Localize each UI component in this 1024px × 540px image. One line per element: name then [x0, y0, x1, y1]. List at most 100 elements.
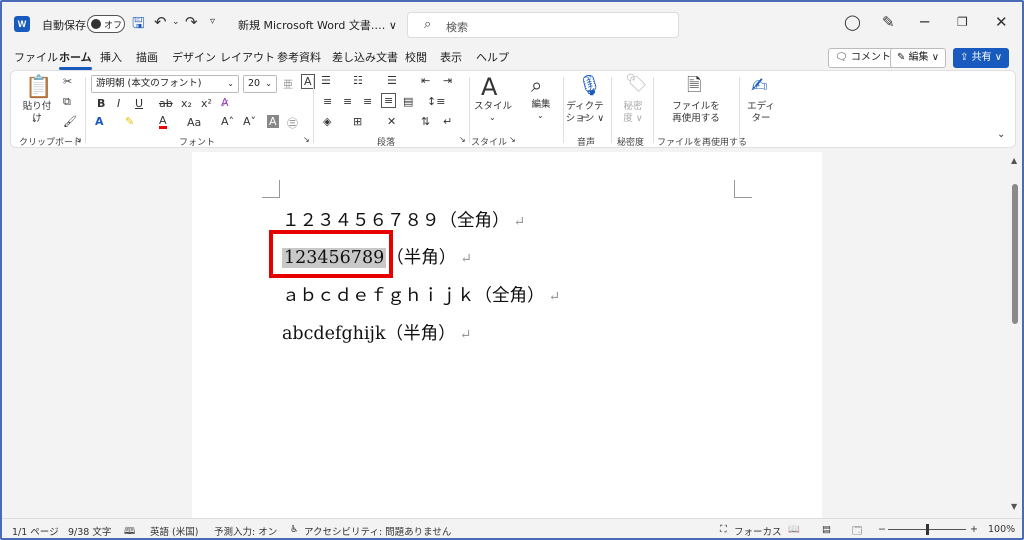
tab-layout[interactable]: レイアウト	[220, 49, 275, 65]
enclosed-char-icon[interactable]: ㊂	[287, 115, 298, 131]
borders-icon[interactable]: ⊞	[353, 115, 362, 128]
close-icon[interactable]: ✕	[995, 13, 1008, 31]
phonetic-guide-icon[interactable]: 亜	[283, 76, 293, 91]
reuse-files-icon[interactable]: 🗎	[687, 73, 701, 103]
save-icon[interactable]: 🖫	[132, 13, 145, 38]
decrease-indent-icon[interactable]: ⇤	[421, 74, 430, 87]
change-case-icon[interactable]: Aa	[187, 116, 201, 129]
numbering-icon[interactable]: ☷	[353, 74, 363, 87]
tab-file[interactable]: ファイル	[14, 49, 58, 65]
accessibility-status[interactable]: アクセシビリティ: 問題ありません	[304, 524, 451, 538]
align-right-icon[interactable]: ≡	[363, 95, 372, 108]
editor-label-2[interactable]: ター	[741, 113, 781, 125]
tab-references[interactable]: 参考資料	[277, 49, 321, 65]
tab-design[interactable]: デザイン	[172, 49, 216, 65]
tab-insert[interactable]: 挿入	[100, 49, 122, 65]
tab-review[interactable]: 校閲	[405, 49, 427, 65]
highlight-color-icon[interactable]: ✎	[125, 115, 134, 128]
asian-layout-icon[interactable]: ✕	[387, 115, 396, 128]
line-spacing-icon[interactable]: ↕≡	[427, 95, 445, 108]
align-left-icon[interactable]: ≡	[323, 95, 332, 108]
zoom-level[interactable]: 100%	[988, 524, 1015, 535]
chevron-down-icon[interactable]: ⌄	[537, 111, 544, 120]
read-mode-icon[interactable]: 📖	[788, 524, 800, 535]
style-label[interactable]: スタイル	[473, 101, 513, 113]
tab-draw[interactable]: 描画	[136, 49, 158, 65]
edit-label[interactable]: 編集	[523, 99, 559, 111]
doc-line-1[interactable]: １２３４５６７８９（全角） ↵	[282, 207, 525, 232]
sort-icon[interactable]: ⇅	[421, 115, 430, 128]
page-count[interactable]: 1/1 ページ	[12, 524, 59, 538]
clipboard-launcher-icon[interactable]: ↘	[75, 135, 82, 144]
bold-icon[interactable]: B	[97, 97, 105, 110]
scroll-down-icon[interactable]: ▼	[1011, 502, 1017, 511]
shrink-font-icon[interactable]: A˅	[243, 115, 256, 128]
font-name-select[interactable]: 游明朝 (本文のフォント) ⌄	[91, 75, 239, 93]
find-icon[interactable]: ⌕	[531, 73, 542, 97]
paste-icon[interactable]: 📋	[25, 75, 52, 100]
zoom-slider-thumb[interactable]	[926, 524, 929, 535]
char-shading-icon[interactable]: A	[267, 115, 279, 128]
text-prediction[interactable]: 予測入力: オン	[214, 524, 277, 538]
justify-icon[interactable]: ≡	[381, 93, 397, 108]
copy-icon[interactable]: ⧉	[63, 95, 71, 109]
show-marks-icon[interactable]: ↵	[443, 115, 452, 128]
zoom-out-icon[interactable]: −	[878, 524, 886, 535]
clear-formatting-icon[interactable]: A̷	[221, 96, 229, 109]
print-layout-icon[interactable]: ▤	[822, 524, 831, 535]
grow-font-icon[interactable]: A˄	[221, 115, 234, 128]
scroll-thumb[interactable]	[1012, 184, 1018, 324]
scroll-up-icon[interactable]: ▲	[1011, 156, 1017, 165]
doc-line-4[interactable]: abcdefghijk（半角） ↵	[282, 320, 471, 345]
multilevel-list-icon[interactable]: ☰	[387, 74, 397, 87]
search-box[interactable]: ⌕ 検索	[407, 12, 679, 38]
format-painter-icon[interactable]: 🖌	[63, 115, 77, 128]
chevron-down-icon[interactable]: ⌄	[489, 113, 496, 122]
increase-indent-icon[interactable]: ⇥	[443, 74, 452, 87]
collapse-ribbon-icon[interactable]: ⌄	[997, 129, 1005, 140]
reuse-label-1[interactable]: ファイルを	[661, 101, 731, 113]
bullets-icon[interactable]: ☰	[321, 74, 331, 87]
share-button[interactable]: ⇪ 共有 ∨	[953, 48, 1010, 68]
paste-dropdown-icon[interactable]: ⌄	[31, 115, 38, 124]
strikethrough-icon[interactable]: ab	[159, 97, 173, 110]
tab-home[interactable]: ホーム	[59, 49, 92, 70]
zoom-in-icon[interactable]: +	[970, 524, 978, 535]
undo-icon[interactable]: ↶	[154, 13, 167, 31]
proofing-icon[interactable]: 🕮	[124, 524, 135, 538]
document-page[interactable]: １２３４５６７８９（全角） ↵ 123456789 （半角） ↵ ａｂｃｄｅｆｇｈｉｊ…	[192, 152, 822, 518]
reuse-label-2[interactable]: 再使用する	[661, 113, 731, 125]
tab-mailings[interactable]: 差し込み文書	[332, 49, 398, 65]
text-effects-icon[interactable]: A	[95, 115, 104, 128]
italic-icon[interactable]: I	[117, 97, 120, 110]
underline-icon[interactable]: U	[135, 97, 143, 110]
style-launcher-icon[interactable]: ↘	[509, 135, 516, 144]
vertical-scrollbar[interactable]: ▲ ▼	[1008, 152, 1022, 518]
edit-mode-button[interactable]: ✎ 編集 ∨	[890, 48, 947, 68]
undo-dropdown-icon[interactable]: ⌄	[172, 17, 180, 27]
shading-icon[interactable]: ◈	[323, 115, 331, 128]
focus-mode[interactable]: フォーカス	[734, 524, 782, 538]
comment-button[interactable]: 🗨 コメント	[828, 48, 898, 68]
font-launcher-icon[interactable]: ↘	[303, 135, 310, 144]
styles-icon[interactable]: A	[481, 73, 497, 101]
document-name[interactable]: 新規 Microsoft Word 文書.… ∨	[238, 17, 397, 33]
align-center-icon[interactable]: ≡	[343, 95, 352, 108]
customize-qat-icon[interactable]: ▿	[210, 16, 215, 27]
dictate-icon[interactable]: 🎙	[577, 73, 602, 97]
restore-icon[interactable]: ❐	[957, 15, 968, 29]
dictate-label-2[interactable]: ション ∨	[563, 113, 607, 125]
word-count[interactable]: 9/38 文字	[68, 524, 111, 538]
doc-line-3[interactable]: ａｂｃｄｅｆｇｈｉｊｋ（全角） ↵	[282, 282, 560, 307]
autosave-toggle[interactable]: オフ	[87, 15, 125, 33]
pen-icon[interactable]: ✎	[882, 13, 895, 31]
editor-icon[interactable]: ✍	[751, 73, 768, 97]
distributed-icon[interactable]: ▤	[403, 95, 413, 108]
font-color-icon[interactable]: A	[159, 115, 167, 129]
editor-label-1[interactable]: エディ	[741, 101, 781, 113]
minimize-icon[interactable]: ─	[920, 13, 929, 31]
superscript-icon[interactable]: x²	[201, 97, 212, 110]
web-layout-icon[interactable]: 🗔	[852, 524, 862, 538]
tab-help[interactable]: ヘルプ	[476, 49, 509, 65]
cut-icon[interactable]: ✂	[63, 75, 72, 88]
